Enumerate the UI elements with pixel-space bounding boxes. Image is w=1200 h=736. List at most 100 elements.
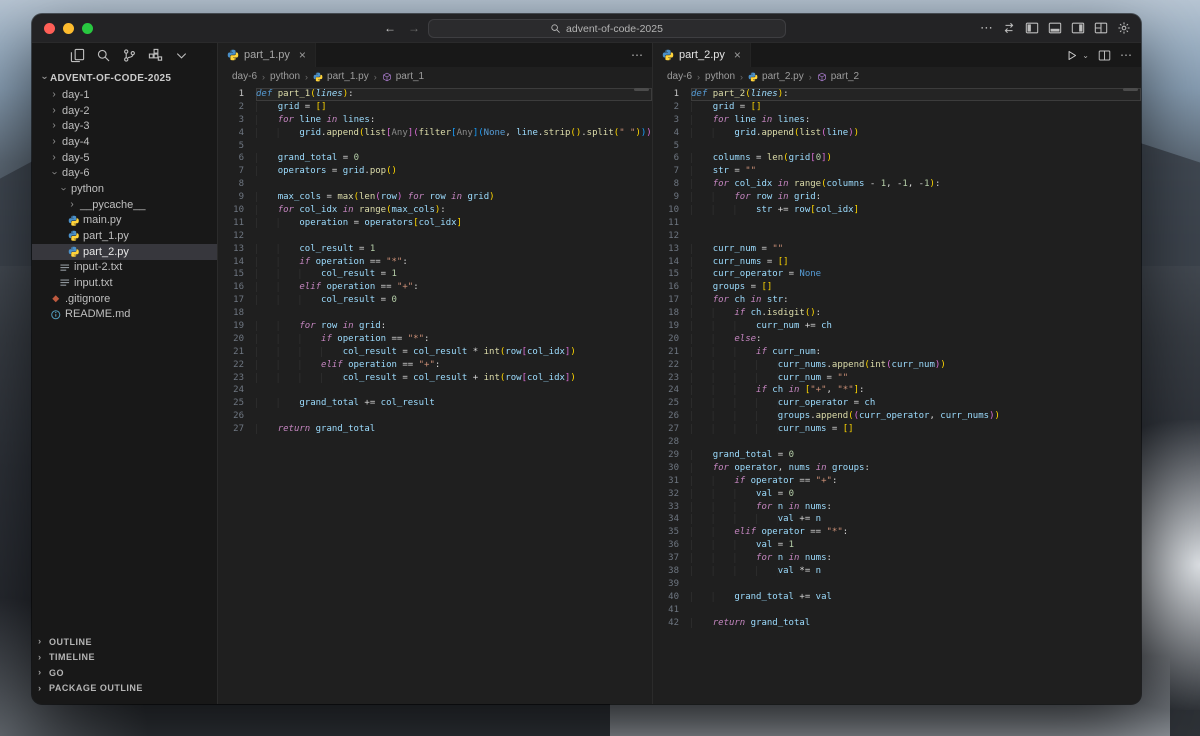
code-line[interactable]: 7 str = ""	[653, 165, 1141, 178]
code-line[interactable]: 27 curr_nums = []	[653, 423, 1141, 436]
split-editor-icon[interactable]	[1098, 49, 1111, 62]
code-line[interactable]: 11 operation = operators[col_idx]	[218, 217, 652, 230]
code-line[interactable]: 14 curr_nums = []	[653, 256, 1141, 269]
breadcrumb-item[interactable]: day-6	[232, 71, 257, 82]
code-line[interactable]: 12	[653, 230, 1141, 243]
search-view-icon[interactable]	[96, 48, 111, 63]
code-line[interactable]: 13 col_result = 1	[218, 243, 652, 256]
back-button[interactable]: ←	[384, 21, 396, 35]
code-line[interactable]: 20 else:	[653, 333, 1141, 346]
tree-item-input-txt[interactable]: input.txt	[32, 275, 217, 291]
code-line[interactable]: 39	[653, 578, 1141, 591]
section-package-outline[interactable]: › PACKAGE OUTLINE	[32, 681, 217, 697]
code-editor[interactable]: 1 def part_1(lines): 2 grid = [] 3 for line…	[218, 86, 652, 704]
breadcrumb-item[interactable]: part_1.py	[327, 71, 369, 82]
code-line[interactable]: 24	[218, 384, 652, 397]
code-line[interactable]: 13 curr_num = ""	[653, 243, 1141, 256]
tab-part-2-py[interactable]: part_2.py ×	[653, 43, 751, 67]
code-line[interactable]: 23 curr_num = ""	[653, 372, 1141, 385]
code-line[interactable]: 9 for row in grid:	[653, 191, 1141, 204]
code-line[interactable]: 25 grand_total += col_result	[218, 397, 652, 410]
code-line[interactable]: 23 col_result = col_result + int(row[col…	[218, 372, 652, 385]
code-line[interactable]: 10 for col_idx in range(max_cols):	[218, 204, 652, 217]
tree-item-pycache[interactable]: › __pycache__	[32, 197, 217, 213]
tree-item-day-2[interactable]: › day-2	[32, 103, 217, 119]
code-line[interactable]: 32 val = 0	[653, 488, 1141, 501]
code-line[interactable]: 26 groups.append((curr_operator, curr_nu…	[653, 410, 1141, 423]
code-line[interactable]: 9 max_cols = max(len(row) for row in gri…	[218, 191, 652, 204]
code-line[interactable]: 16 elif operation == "+":	[218, 281, 652, 294]
code-line[interactable]: 12	[218, 230, 652, 243]
code-line[interactable]: 1 def part_2(lines):	[653, 88, 1141, 101]
code-line[interactable]: 25 curr_operator = ch	[653, 397, 1141, 410]
chevron-down-icon[interactable]	[174, 48, 189, 63]
close-tab-icon[interactable]: ×	[734, 49, 741, 61]
run-dropdown-chevron-icon[interactable]: ⌄	[1082, 51, 1089, 60]
code-line[interactable]: 34 val += n	[653, 513, 1141, 526]
code-line[interactable]: 31 if operator == "+":	[653, 475, 1141, 488]
panel-left-icon[interactable]	[1025, 21, 1039, 35]
code-line[interactable]: 41	[653, 604, 1141, 617]
panel-right-icon[interactable]	[1071, 21, 1085, 35]
code-line[interactable]: 37 for n in nums:	[653, 552, 1141, 565]
code-line[interactable]: 6 columns = len(grid[0])	[653, 152, 1141, 165]
settings-gear-icon[interactable]	[1117, 21, 1131, 35]
code-line[interactable]: 3 for line in lines:	[653, 114, 1141, 127]
forward-button[interactable]: →	[408, 21, 420, 35]
tree-item-gitignore[interactable]: .gitignore	[32, 291, 217, 307]
code-line[interactable]: 35 elif operator == "*":	[653, 526, 1141, 539]
run-python-file-icon[interactable]	[1065, 49, 1078, 62]
section-go[interactable]: › GO	[32, 665, 217, 681]
code-line[interactable]: 21 col_result = col_result * int(row[col…	[218, 346, 652, 359]
code-line[interactable]: 24 if ch in ["+", "*"]:	[653, 384, 1141, 397]
tab-part-1-py[interactable]: part_1.py ×	[218, 43, 316, 67]
section-outline[interactable]: › OUTLINE	[32, 634, 217, 650]
code-line[interactable]: 38 val *= n	[653, 565, 1141, 578]
code-line[interactable]: 8	[218, 178, 652, 191]
explorer-icon[interactable]	[70, 48, 85, 63]
breadcrumb-item[interactable]: python	[270, 71, 300, 82]
code-line[interactable]: 10 str += row[col_idx]	[653, 204, 1141, 217]
code-line[interactable]: 5	[218, 140, 652, 153]
code-line[interactable]: 29 grand_total = 0	[653, 449, 1141, 462]
tree-item-input-2-txt[interactable]: input-2.txt	[32, 260, 217, 276]
source-control-icon[interactable]	[122, 48, 137, 63]
code-line[interactable]: 21 if curr_num:	[653, 346, 1141, 359]
explorer-root-folder[interactable]: › ADVENT-OF-CODE-2025	[32, 69, 217, 87]
code-line[interactable]: 22 elif operation == "+":	[218, 359, 652, 372]
code-line[interactable]: 19 for row in grid:	[218, 320, 652, 333]
titlebar-more-icon[interactable]: ⋯	[980, 21, 993, 35]
code-line[interactable]: 2 grid = []	[653, 101, 1141, 114]
code-line[interactable]: 18 if ch.isdigit():	[653, 307, 1141, 320]
code-line[interactable]: 17 for ch in str:	[653, 294, 1141, 307]
close-window-button[interactable]	[44, 22, 55, 34]
code-line[interactable]: 11	[653, 217, 1141, 230]
more-actions-icon[interactable]: ⋯	[631, 48, 643, 62]
code-line[interactable]: 40 grand_total += val	[653, 591, 1141, 604]
tree-item-day-5[interactable]: › day-5	[32, 150, 217, 166]
breadcrumb-item[interactable]: part_2	[831, 71, 859, 82]
close-tab-icon[interactable]: ×	[299, 49, 306, 61]
code-line[interactable]: 4 grid.append(list[Any](filter[Any](None…	[218, 127, 652, 140]
scrollbar-thumb[interactable]	[1123, 88, 1138, 91]
more-actions-icon[interactable]: ⋯	[1120, 48, 1132, 62]
tree-item-part-2-py[interactable]: part_2.py	[32, 243, 217, 260]
code-line[interactable]: 22 curr_nums.append(int(curr_num))	[653, 359, 1141, 372]
code-line[interactable]: 30 for operator, nums in groups:	[653, 462, 1141, 475]
tree-item-python[interactable]: › python	[32, 181, 217, 197]
code-line[interactable]: 33 for n in nums:	[653, 501, 1141, 514]
code-line[interactable]: 19 curr_num += ch	[653, 320, 1141, 333]
tree-item-day-3[interactable]: › day-3	[32, 118, 217, 134]
code-line[interactable]: 1 def part_1(lines):	[218, 88, 652, 101]
zoom-window-button[interactable]	[82, 22, 93, 34]
code-line[interactable]: 18	[218, 307, 652, 320]
toggle-layout-icon[interactable]	[1002, 21, 1016, 35]
tree-item-day-1[interactable]: › day-1	[32, 87, 217, 103]
minimize-window-button[interactable]	[63, 22, 74, 34]
breadcrumb-item[interactable]: part_1	[396, 71, 424, 82]
tree-item-day-4[interactable]: › day-4	[32, 134, 217, 150]
breadcrumb-item[interactable]: part_2.py	[762, 71, 804, 82]
section-timeline[interactable]: › TIMELINE	[32, 650, 217, 666]
code-line[interactable]: 7 operators = grid.pop()	[218, 165, 652, 178]
code-line[interactable]: 16 groups = []	[653, 281, 1141, 294]
